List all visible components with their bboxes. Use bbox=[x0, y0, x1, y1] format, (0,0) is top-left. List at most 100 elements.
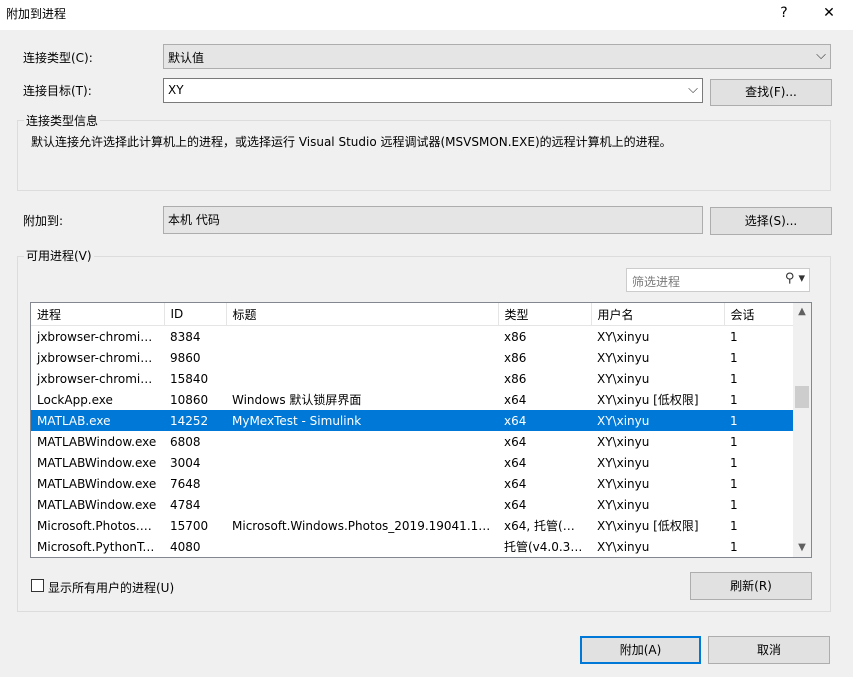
cell-process: jxbrowser-chromiu... bbox=[37, 350, 160, 365]
cell-title bbox=[226, 431, 498, 452]
connection-info-group bbox=[17, 120, 831, 191]
cell-username: XY\xinyu bbox=[597, 350, 650, 365]
cell-type: x64 bbox=[504, 434, 527, 449]
cell-username: XY\xinyu bbox=[591, 410, 724, 431]
table-row[interactable]: MATLABWindow.exe 3004 x64 XY\xinyu 1 bbox=[31, 452, 793, 473]
cell-title: Windows 默认锁屏界面 bbox=[232, 393, 362, 407]
cell-username: XY\xinyu bbox=[597, 497, 650, 512]
cell-id: 3004 bbox=[170, 455, 201, 470]
process-table: 进程 ID 标题 类型 用户名 会话 jxbrowser-chromiu... 8… bbox=[31, 303, 794, 557]
cell-process: MATLABWindow.exe bbox=[37, 455, 157, 470]
attach-button[interactable]: 附加(A) bbox=[580, 636, 701, 664]
cell-username: XY\xinyu bbox=[597, 476, 650, 491]
table-header-row: 进程 ID 标题 类型 用户名 会话 bbox=[31, 303, 794, 326]
cell-type: x64 bbox=[498, 410, 591, 431]
column-header-title[interactable]: 标题 bbox=[226, 303, 499, 326]
table-row[interactable]: Microsoft.PythonTo... 4080 托管(v4.0.30... XY… bbox=[31, 536, 793, 557]
show-all-users-checkbox[interactable] bbox=[31, 579, 44, 592]
cell-username: XY\xinyu [低权限] bbox=[597, 393, 699, 407]
table-row[interactable]: MATLAB.exe 14252 MyMexTest - Simulink x64 XY… bbox=[31, 410, 793, 431]
search-icon[interactable]: ⚲ ▾ bbox=[785, 271, 805, 286]
cell-title bbox=[226, 368, 498, 389]
table-row[interactable]: jxbrowser-chromiu... 8384 x86 XY\xinyu 1 bbox=[31, 326, 793, 348]
column-header-process[interactable]: 进程 bbox=[31, 303, 165, 326]
vertical-scrollbar[interactable]: ▲ ▼ bbox=[793, 303, 811, 557]
cell-id: 9860 bbox=[170, 350, 201, 365]
table-row[interactable]: LockApp.exe 10860 Windows 默认锁屏界面 x64 XY\xiny… bbox=[31, 389, 793, 410]
cancel-button[interactable]: 取消 bbox=[708, 636, 830, 664]
refresh-button[interactable]: 刷新(R) bbox=[690, 572, 812, 600]
cell-type: x64, 托管(本... bbox=[504, 519, 587, 533]
table-row[interactable]: MATLABWindow.exe 7648 x64 XY\xinyu 1 bbox=[31, 473, 793, 494]
cell-username: XY\xinyu bbox=[597, 329, 650, 344]
cell-type: x64 bbox=[504, 497, 527, 512]
cell-title bbox=[226, 326, 498, 348]
cell-id: 15840 bbox=[170, 371, 209, 386]
process-list[interactable]: 进程 ID 标题 类型 用户名 会话 jxbrowser-chromiu... 8… bbox=[30, 302, 812, 558]
cell-session: 1 bbox=[730, 329, 738, 344]
connection-target-value: XY bbox=[168, 83, 184, 97]
cell-process: MATLABWindow.exe bbox=[37, 476, 157, 491]
processes-title: 可用进程(V) bbox=[24, 247, 94, 264]
cell-session: 1 bbox=[730, 497, 738, 512]
table-row[interactable]: Microsoft.Photos.exe 15700 Microsoft.Windo… bbox=[31, 515, 793, 536]
table-row[interactable]: jxbrowser-chromiu... 9860 x86 XY\xinyu 1 bbox=[31, 347, 793, 368]
cell-process: MATLAB.exe bbox=[31, 410, 164, 431]
column-header-type[interactable]: 类型 bbox=[498, 303, 592, 326]
window-title: 附加到进程 bbox=[6, 7, 67, 21]
connection-type-value: 默认值 bbox=[168, 51, 205, 65]
column-header-username[interactable]: 用户名 bbox=[591, 303, 725, 326]
filter-placeholder: 筛选进程 bbox=[632, 275, 681, 289]
select-button[interactable]: 选择(S)... bbox=[710, 207, 832, 235]
cell-id: 14252 bbox=[164, 410, 226, 431]
cell-session: 1 bbox=[730, 476, 738, 491]
cell-session: 1 bbox=[730, 350, 738, 365]
attach-to-label: 附加到: bbox=[23, 214, 64, 228]
cell-title bbox=[226, 347, 498, 368]
cell-id: 15700 bbox=[170, 518, 209, 533]
cell-session: 1 bbox=[730, 371, 738, 386]
cell-process: jxbrowser-chromiu... bbox=[37, 371, 160, 386]
cell-session: 1 bbox=[730, 455, 738, 470]
find-button[interactable]: 查找(F)... bbox=[710, 79, 832, 106]
column-header-session[interactable]: 会话 bbox=[724, 303, 794, 326]
chevron-down-icon[interactable]: ⌵ bbox=[688, 80, 698, 100]
scroll-up-icon[interactable]: ▲ bbox=[793, 303, 811, 321]
scroll-thumb[interactable] bbox=[795, 386, 809, 408]
cell-id: 7648 bbox=[170, 476, 201, 491]
cell-type: x64 bbox=[504, 392, 527, 407]
table-row[interactable]: MATLABWindow.exe 4784 x64 XY\xinyu 1 bbox=[31, 494, 793, 515]
filter-input[interactable]: 筛选进程 ⚲ ▾ bbox=[626, 268, 810, 292]
column-header-id[interactable]: ID bbox=[164, 303, 227, 326]
cell-session: 1 bbox=[730, 434, 738, 449]
table-row[interactable]: jxbrowser-chromiu... 15840 x86 XY\xinyu 1 bbox=[31, 368, 793, 389]
cell-id: 6808 bbox=[170, 434, 201, 449]
cell-type: x86 bbox=[504, 350, 527, 365]
cell-username: XY\xinyu [低权限] bbox=[597, 519, 699, 533]
close-button[interactable]: ✕ bbox=[809, 0, 849, 26]
attach-to-field: 本机 代码 bbox=[163, 206, 703, 234]
cell-process: Microsoft.Photos.exe bbox=[37, 518, 162, 533]
connection-info-title: 连接类型信息 bbox=[24, 112, 101, 129]
cell-username: XY\xinyu bbox=[597, 434, 650, 449]
cell-type: x86 bbox=[504, 329, 527, 344]
cell-process: LockApp.exe bbox=[37, 392, 113, 407]
cell-title bbox=[226, 494, 498, 515]
connection-info-text: 默认连接允许选择此计算机上的进程，或选择运行 Visual Studio 远程调… bbox=[31, 135, 672, 149]
cell-title: Microsoft.Windows.Photos_2019.19041.165.… bbox=[232, 518, 498, 533]
help-button[interactable]: ? bbox=[764, 0, 804, 26]
cell-title bbox=[226, 452, 498, 473]
cell-title: MyMexTest - Simulink bbox=[226, 410, 498, 431]
connection-type-select[interactable]: 默认值 ⌵ bbox=[163, 44, 831, 69]
show-all-users-label[interactable]: 显示所有用户的进程(U) bbox=[48, 579, 174, 596]
scroll-down-icon[interactable]: ▼ bbox=[793, 539, 811, 557]
cell-type: x64 bbox=[504, 455, 527, 470]
table-row[interactable]: MATLABWindow.exe 6808 x64 XY\xinyu 1 bbox=[31, 431, 793, 452]
cell-type: x64 bbox=[504, 476, 527, 491]
connection-target-combo[interactable]: XY ⌵ bbox=[163, 78, 703, 103]
cell-process: Microsoft.PythonTo... bbox=[37, 539, 161, 554]
connection-target-label: 连接目标(T): bbox=[23, 84, 92, 98]
cell-type: 托管(v4.0.30... bbox=[504, 540, 590, 554]
cell-type: x86 bbox=[504, 371, 527, 386]
cell-session: 1 bbox=[730, 539, 738, 554]
